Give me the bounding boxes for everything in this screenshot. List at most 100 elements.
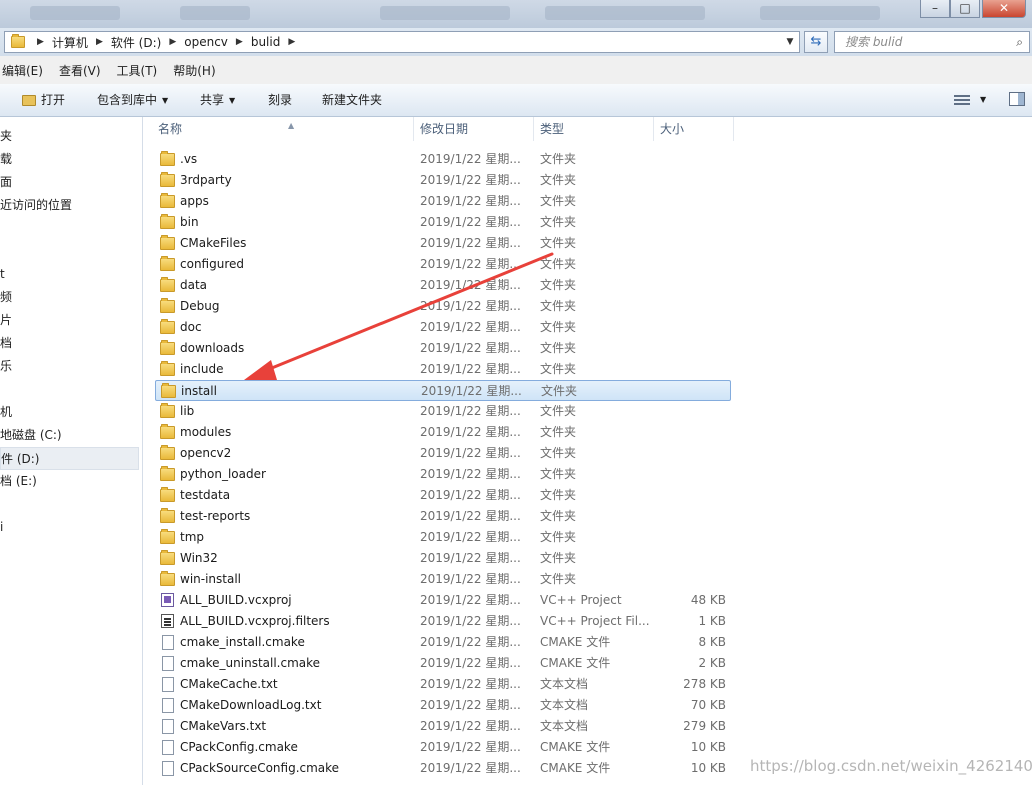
file-row[interactable]: include 2019/1/22 星期... 文件夹 xyxy=(155,359,731,380)
file-date: 2019/1/22 星期... xyxy=(420,761,521,775)
file-row[interactable]: Debug 2019/1/22 星期... 文件夹 xyxy=(155,296,731,317)
menu-item[interactable]: 工具(T) xyxy=(115,62,166,79)
column-type[interactable]: 类型 xyxy=(534,117,654,141)
nav-item[interactable]: 夹 xyxy=(0,125,139,148)
menu-item[interactable]: 编辑(E) xyxy=(0,62,51,79)
minimize-button[interactable]: – xyxy=(920,0,950,18)
file-row[interactable]: opencv2 2019/1/22 星期... 文件夹 xyxy=(155,443,731,464)
burn-button[interactable]: 刻录 xyxy=(268,84,292,116)
watermark: https://blog.csdn.net/weixin_42621405 xyxy=(750,757,1032,775)
breadcrumb-item[interactable]: opencv xyxy=(184,35,228,49)
file-row[interactable]: CMakeDownloadLog.txt 2019/1/22 星期... 文本文档 7… xyxy=(155,695,731,716)
address-bar[interactable]: ▶ 计算机 ▶ 软件 (D:) ▶ opencv ▶ bulid ▶ ▼ xyxy=(4,31,800,53)
search-icon[interactable]: ⌕ xyxy=(1016,32,1023,52)
file-row[interactable]: cmake_uninstall.cmake 2019/1/22 星期... CMAK… xyxy=(155,653,731,674)
nav-item[interactable]: 载 xyxy=(0,148,139,171)
file-row[interactable]: test-reports 2019/1/22 星期... 文件夹 xyxy=(155,506,731,527)
view-options-icon[interactable] xyxy=(954,93,970,106)
file-row[interactable]: Win32 2019/1/22 星期... 文件夹 xyxy=(155,548,731,569)
file-row[interactable]: CMakeVars.txt 2019/1/22 星期... 文本文档 279 KB xyxy=(155,716,731,737)
folder-icon xyxy=(160,466,175,481)
nav-item[interactable]: 片 xyxy=(0,309,139,332)
file-row[interactable]: CPackSourceConfig.cmake 2019/1/22 星期... CM… xyxy=(155,758,731,779)
document-icon xyxy=(162,698,174,713)
column-name[interactable]: 名称 ▲ xyxy=(152,117,414,141)
file-row[interactable]: apps 2019/1/22 星期... 文件夹 xyxy=(155,191,731,212)
column-size[interactable]: 大小 xyxy=(654,117,734,141)
include-library-button[interactable]: 包含到库中 ▼ xyxy=(97,84,168,116)
refresh-button[interactable]: ⇆ xyxy=(804,31,828,53)
nav-item[interactable]: 频 xyxy=(0,286,139,309)
nav-item[interactable]: 机 xyxy=(0,401,139,424)
breadcrumb-separator-icon[interactable]: ▶ xyxy=(37,37,44,47)
breadcrumb-item[interactable]: bulid xyxy=(251,35,281,49)
share-button[interactable]: 共享 ▼ xyxy=(200,84,235,116)
file-row[interactable]: ALL_BUILD.vcxproj.filters 2019/1/22 星期...… xyxy=(155,611,731,632)
file-row[interactable]: bin 2019/1/22 星期... 文件夹 xyxy=(155,212,731,233)
file-row[interactable]: cmake_install.cmake 2019/1/22 星期... CMAKE … xyxy=(155,632,731,653)
search-input[interactable]: 搜索 bulid ⌕ xyxy=(834,31,1030,53)
breadcrumb-separator-icon[interactable]: ▶ xyxy=(288,37,295,47)
nav-item[interactable]: 面 xyxy=(0,171,139,194)
file-type: CMAKE 文件 xyxy=(540,761,611,775)
folder-icon xyxy=(160,529,175,544)
file-row[interactable]: 3rdparty 2019/1/22 星期... 文件夹 xyxy=(155,170,731,191)
file-row[interactable]: data 2019/1/22 星期... 文件夹 xyxy=(155,275,731,296)
document-icon xyxy=(162,635,174,650)
file-name: doc xyxy=(180,320,202,334)
file-row[interactable]: modules 2019/1/22 星期... 文件夹 xyxy=(155,422,731,443)
file-row[interactable]: CMakeCache.txt 2019/1/22 星期... 文本文档 278 KB xyxy=(155,674,731,695)
nav-item[interactable]: 近访问的位置 xyxy=(0,194,139,217)
file-name: CMakeCache.txt xyxy=(180,677,278,691)
file-name: lib xyxy=(180,404,195,418)
file-row[interactable]: doc 2019/1/22 星期... 文件夹 xyxy=(155,317,731,338)
breadcrumb-separator-icon[interactable]: ▶ xyxy=(96,37,103,47)
nav-item-label: 近访问的位置 xyxy=(0,198,73,212)
file-row[interactable]: install 2019/1/22 星期... 文件夹 xyxy=(155,380,731,401)
file-row[interactable]: testdata 2019/1/22 星期... 文件夹 xyxy=(155,485,731,506)
address-row: ▶ 计算机 ▶ 软件 (D:) ▶ opencv ▶ bulid ▶ ▼ ⇆ 搜索 bulid … xyxy=(0,28,1032,56)
breadcrumb-separator-icon[interactable]: ▶ xyxy=(236,37,243,47)
menu-item[interactable]: 帮助(H) xyxy=(171,62,223,79)
file-row[interactable]: CPackConfig.cmake 2019/1/22 星期... CMAKE 文件… xyxy=(155,737,731,758)
folder-icon xyxy=(160,508,175,523)
nav-item[interactable]: 地磁盘 (C:) xyxy=(0,424,139,447)
file-type: 文件夹 xyxy=(540,509,577,523)
column-date[interactable]: 修改日期 xyxy=(414,117,534,141)
maximize-button[interactable]: □ xyxy=(950,0,980,18)
nav-item-label: 面 xyxy=(0,175,13,189)
breadcrumb-item[interactable]: 计算机 xyxy=(52,34,88,51)
file-date: 2019/1/22 星期... xyxy=(420,509,521,523)
nav-item[interactable]: 乐 xyxy=(0,355,139,378)
file-row[interactable]: downloads 2019/1/22 星期... 文件夹 xyxy=(155,338,731,359)
nav-item[interactable]: t xyxy=(0,263,139,286)
file-row[interactable]: lib 2019/1/22 星期... 文件夹 xyxy=(155,401,731,422)
nav-item[interactable]: 档 xyxy=(0,332,139,355)
breadcrumb-separator-icon[interactable]: ▶ xyxy=(169,37,176,47)
file-row[interactable]: .vs 2019/1/22 星期... 文件夹 xyxy=(155,149,731,170)
nav-item-label: 夹 xyxy=(0,129,13,143)
file-name: install xyxy=(181,384,217,398)
menu-item[interactable]: 查看(V) xyxy=(57,62,109,79)
open-button[interactable]: 打开 xyxy=(22,84,65,116)
breadcrumb-item[interactable]: 软件 (D:) xyxy=(111,34,161,51)
file-row[interactable]: win-install 2019/1/22 星期... 文件夹 xyxy=(155,569,731,590)
file-type: 文本文档 xyxy=(540,719,589,733)
folder-icon xyxy=(160,193,175,208)
file-row[interactable]: ALL_BUILD.vcxproj 2019/1/22 星期... VC++ Pro… xyxy=(155,590,731,611)
address-dropdown-icon[interactable]: ▼ xyxy=(783,34,797,50)
file-row[interactable]: configured 2019/1/22 星期... 文件夹 xyxy=(155,254,731,275)
nav-item-label: i xyxy=(0,520,4,534)
new-folder-button[interactable]: 新建文件夹 xyxy=(322,84,382,116)
file-row[interactable]: python_loader 2019/1/22 星期... 文件夹 xyxy=(155,464,731,485)
nav-item[interactable]: 档 (E:) xyxy=(0,470,139,493)
file-date: 2019/1/22 星期... xyxy=(420,299,521,313)
nav-item[interactable]: i xyxy=(0,516,139,539)
view-dropdown-icon[interactable]: ▼ xyxy=(980,84,986,116)
file-row[interactable]: tmp 2019/1/22 星期... 文件夹 xyxy=(155,527,731,548)
navigation-pane: 夹载面近访问的位置 t 频片档乐机地磁盘 (C:) 件 (D:) 档 (E:) i xyxy=(0,117,143,785)
close-button[interactable]: ✕ xyxy=(982,0,1026,18)
nav-item[interactable]: 件 (D:) xyxy=(0,447,139,470)
file-row[interactable]: CMakeFiles 2019/1/22 星期... 文件夹 xyxy=(155,233,731,254)
preview-pane-icon[interactable] xyxy=(1009,92,1025,106)
